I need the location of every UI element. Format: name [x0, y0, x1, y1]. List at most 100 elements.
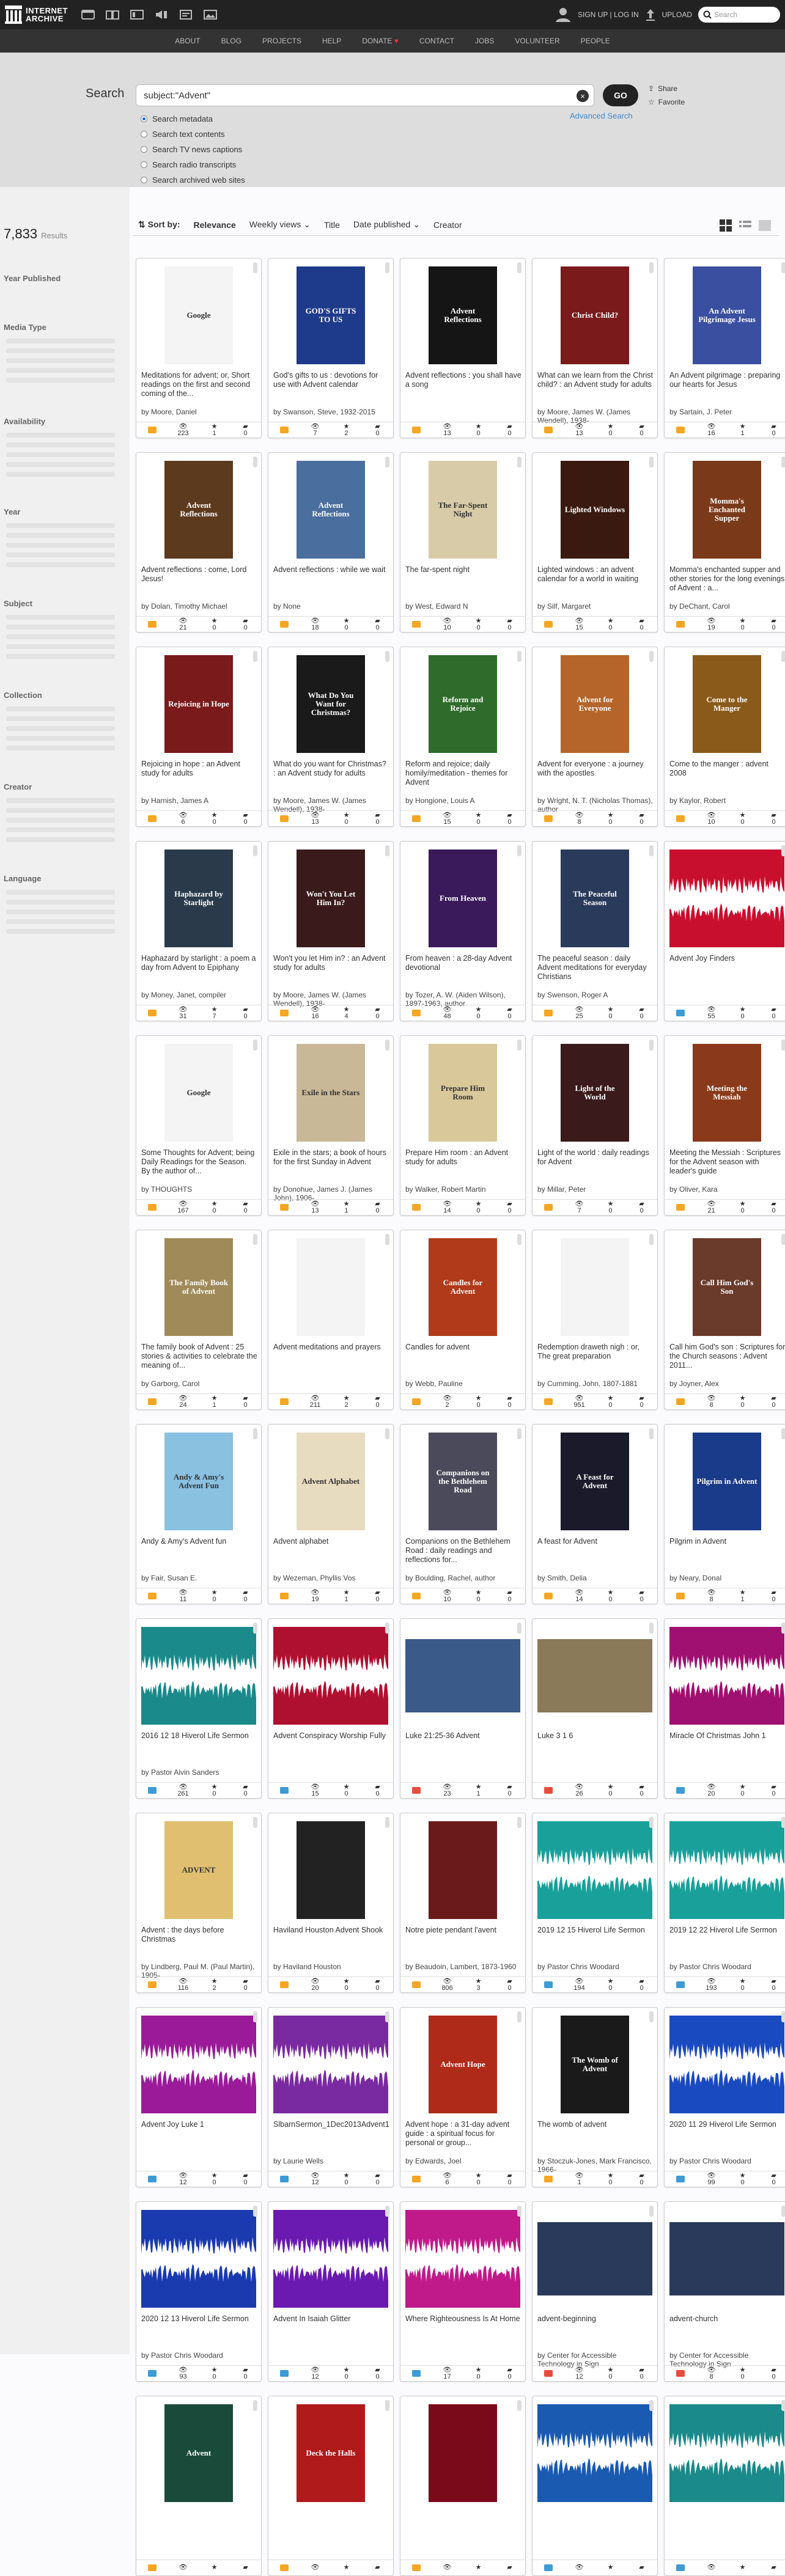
- result-card[interactable]: Rejoicing in Hope Rejoicing in hope : an …: [136, 647, 262, 827]
- result-card[interactable]: Prepare Him Room Prepare Him room : an Ad…: [400, 1035, 526, 1216]
- favorite-handle-icon[interactable]: [253, 1040, 257, 1051]
- item-title[interactable]: Advent Conspiracy Worship Fully: [273, 1731, 389, 1768]
- result-card[interactable]: advent-church by Center for Accessible Te…: [664, 2201, 785, 2382]
- result-card[interactable]: 👁 ★ ▰: [664, 2396, 785, 2576]
- item-title[interactable]: 2016 12 18 Hiverol Life Sermon: [141, 1731, 257, 1768]
- favorite-handle-icon[interactable]: [781, 845, 785, 856]
- favorite-handle-icon[interactable]: [253, 651, 257, 662]
- item-title[interactable]: Rejoicing in hope : an Advent study for …: [141, 760, 257, 796]
- radio[interactable]: [141, 146, 147, 153]
- item-thumbnail[interactable]: The Peaceful Season: [537, 846, 652, 950]
- favorite-handle-icon[interactable]: [649, 457, 654, 468]
- result-card[interactable]: 2016 12 18 Hiverol Life Sermon by Pastor …: [136, 1618, 262, 1799]
- favorite-handle-icon[interactable]: [253, 1817, 257, 1828]
- sort-creator[interactable]: Creator: [433, 220, 462, 230]
- result-card[interactable]: Advent for Everyone Advent for everyone :…: [532, 647, 658, 827]
- favorite-handle-icon[interactable]: [517, 1040, 521, 1051]
- item-thumbnail[interactable]: [669, 2401, 784, 2505]
- item-title[interactable]: Luke 3 1 6: [537, 1731, 654, 1768]
- item-thumbnail[interactable]: ADVENT: [141, 1818, 256, 1922]
- item-thumbnail[interactable]: Andy & Amy's Advent Fun: [141, 1429, 256, 1533]
- item-title[interactable]: Advent meditations and prayers: [273, 1343, 389, 1379]
- item-thumbnail[interactable]: [273, 2207, 388, 2311]
- result-card[interactable]: Call Him God's Son Call him God's son : S…: [664, 1230, 785, 1410]
- item-title[interactable]: Advent for everyone : a journey with the…: [537, 760, 654, 796]
- item-thumbnail[interactable]: Pilgrim in Advent: [669, 1429, 784, 1533]
- favorite-handle-icon[interactable]: [253, 457, 257, 468]
- result-card[interactable]: Andy & Amy's Advent Fun Andy & Amy's Adve…: [136, 1424, 262, 1604]
- result-card[interactable]: Advent Conspiracy Worship Fully 👁 15 ★ 0 ▰ 0: [268, 1618, 394, 1799]
- favorite-handle-icon[interactable]: [649, 651, 654, 662]
- software-icon[interactable]: [178, 8, 194, 21]
- item-thumbnail[interactable]: [669, 1818, 784, 1922]
- item-thumbnail[interactable]: [537, 1624, 652, 1728]
- result-card[interactable]: advent-beginning by Center for Accessible…: [532, 2201, 658, 2382]
- item-thumbnail[interactable]: Light of the World: [537, 1041, 652, 1145]
- facet-title[interactable]: Media Type: [4, 323, 46, 332]
- item-title[interactable]: The peaceful season : daily Advent medit…: [537, 954, 654, 991]
- item-title[interactable]: [669, 2509, 785, 2545]
- item-thumbnail[interactable]: [405, 1624, 520, 1728]
- favorite-handle-icon[interactable]: [649, 1040, 654, 1051]
- item-thumbnail[interactable]: The Family Book of Advent: [141, 1235, 256, 1339]
- result-card[interactable]: Advent Alphabet Advent alphabet by Wezeman…: [268, 1424, 394, 1604]
- result-card[interactable]: Google Some Thoughts for Advent; being Da…: [136, 1035, 262, 1216]
- item-thumbnail[interactable]: [273, 1818, 388, 1922]
- nav-help[interactable]: HELP: [322, 37, 341, 45]
- favorite-handle-icon[interactable]: [781, 651, 785, 662]
- item-title[interactable]: A feast for Advent: [537, 1537, 654, 1574]
- item-title[interactable]: Reform and rejoice; daily homily/meditat…: [405, 760, 521, 796]
- result-card[interactable]: Momma's Enchanted Supper Momma's enchante…: [664, 452, 785, 633]
- item-thumbnail[interactable]: Haphazard by Starlight: [141, 846, 256, 950]
- item-title[interactable]: Andy & Amy's Advent fun: [141, 1537, 257, 1574]
- item-thumbnail[interactable]: Advent Alphabet: [273, 1429, 388, 1533]
- web-icon[interactable]: [80, 8, 96, 21]
- nav-blog[interactable]: BLOG: [221, 37, 241, 45]
- favorite-handle-icon[interactable]: [385, 1623, 389, 1634]
- favorite-handle-icon[interactable]: [517, 262, 521, 273]
- favorite-handle-icon[interactable]: [253, 1234, 257, 1245]
- favorite-handle-icon[interactable]: [649, 2400, 654, 2411]
- share-button[interactable]: ⇪ Share: [648, 82, 685, 95]
- favorite-handle-icon[interactable]: [517, 651, 521, 662]
- favorite-handle-icon[interactable]: [781, 457, 785, 468]
- audio-icon[interactable]: [153, 8, 169, 21]
- item-title[interactable]: God's gifts to us : devotions for use wi…: [273, 371, 389, 408]
- item-thumbnail[interactable]: Candles for Advent: [405, 1235, 520, 1339]
- item-title[interactable]: 2019 12 15 Hiverol Life Sermon: [537, 1926, 654, 1962]
- nav-about[interactable]: ABOUT: [175, 37, 200, 45]
- item-title[interactable]: [141, 2509, 257, 2545]
- result-card[interactable]: 👁 ★ ▰: [532, 2396, 658, 2576]
- nav-contact[interactable]: CONTACT: [419, 37, 454, 45]
- item-thumbnail[interactable]: An Advent Pilgrimage Jesus: [669, 263, 784, 367]
- upload-icon[interactable]: [645, 8, 656, 21]
- item-title[interactable]: What do you want for Christmas? : an Adv…: [273, 760, 389, 796]
- item-thumbnail[interactable]: [405, 1818, 520, 1922]
- favorite-handle-icon[interactable]: [649, 1817, 654, 1828]
- result-card[interactable]: Advent Reflections Advent reflections : w…: [268, 452, 394, 633]
- user-icon[interactable]: [555, 6, 572, 23]
- item-title[interactable]: The far-spent night: [405, 565, 521, 602]
- favorite-handle-icon[interactable]: [517, 1428, 521, 1439]
- favorite-handle-icon[interactable]: [517, 2011, 521, 2022]
- sort-weekly-views[interactable]: Weekly views ⌄: [249, 219, 311, 230]
- option-radio-transcripts[interactable]: Search radio transcripts: [141, 157, 245, 172]
- item-title[interactable]: Advent : the days before Christmas: [141, 1926, 257, 1962]
- result-card[interactable]: Lighted Windows Lighted windows : an adve…: [532, 452, 658, 633]
- item-title[interactable]: [537, 2509, 654, 2545]
- favorite-handle-icon[interactable]: [781, 1040, 785, 1051]
- favorite-handle-icon[interactable]: [649, 1623, 654, 1634]
- item-thumbnail[interactable]: Advent Hope: [405, 2013, 520, 2116]
- item-thumbnail[interactable]: Call Him God's Son: [669, 1235, 784, 1339]
- item-thumbnail[interactable]: The Womb of Advent: [537, 2013, 652, 2116]
- item-title[interactable]: Prepare Him room : an Advent study for a…: [405, 1148, 521, 1185]
- result-card[interactable]: Deck the Halls 👁 ★ ▰: [268, 2396, 394, 2576]
- radio[interactable]: [141, 177, 147, 183]
- option-text-contents[interactable]: Search text contents: [141, 127, 245, 142]
- item-thumbnail[interactable]: [669, 846, 784, 950]
- item-title[interactable]: Notre piete pendant l'avent: [405, 1926, 521, 1962]
- favorite-handle-icon[interactable]: [385, 845, 389, 856]
- result-card[interactable]: The Family Book of Advent The family book…: [136, 1230, 262, 1410]
- favorite-handle-icon[interactable]: [781, 1817, 785, 1828]
- go-button[interactable]: GO: [603, 84, 638, 106]
